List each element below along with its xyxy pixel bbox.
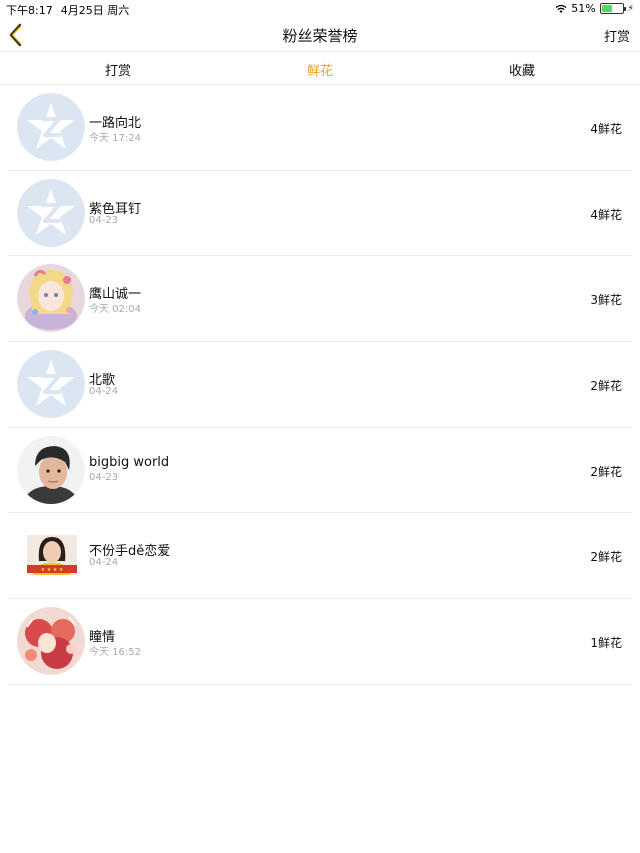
charging-bolt-icon: ⚡ xyxy=(627,3,634,14)
fan-time: 今天 17:24 xyxy=(89,133,141,144)
status-bar: 下午8:17 4月25日 周六 51% ⚡ xyxy=(0,0,640,18)
avatar xyxy=(17,607,85,676)
fan-time: 今天 02:04 xyxy=(89,304,141,316)
list-item[interactable]: bigbig world 04-23 2鲜花 xyxy=(8,428,632,514)
fan-name: bigbig world xyxy=(89,454,170,470)
flower-count: 2鲜花 xyxy=(590,379,622,394)
girl-portrait-avatar-image: ★ ★ ★ ★ xyxy=(17,521,85,590)
flower-count: 2鲜花 xyxy=(590,550,622,565)
tab-reward[interactable]: 打赏 xyxy=(105,60,131,79)
list-item[interactable]: 紫色耳钉 04-23 4鲜花 xyxy=(8,171,632,257)
tab-bar: 打赏 鲜花 收藏 xyxy=(0,52,640,85)
avatar xyxy=(17,178,85,247)
avatar xyxy=(17,350,85,419)
list-item[interactable]: ★ ★ ★ ★ 不份手dě恋爱 04-24 2鲜花 xyxy=(8,513,632,600)
avatar xyxy=(17,93,85,161)
fan-time: 04-24 xyxy=(89,386,119,398)
default-avatar-icon xyxy=(17,93,85,161)
flower-count: 2鲜花 xyxy=(590,464,622,479)
man-portrait-avatar-image xyxy=(17,435,85,504)
fan-time: 今天 16:52 xyxy=(89,647,141,659)
list-item[interactable]: 瞳情 今天 16:52 1鲜花 xyxy=(8,599,632,685)
list-item[interactable]: 北歌 04-24 2鲜花 xyxy=(8,342,632,428)
fan-time: 04-23 xyxy=(89,471,119,483)
avatar: ★ ★ ★ ★ xyxy=(17,521,85,590)
default-avatar-icon xyxy=(17,178,85,247)
status-time: 下午8:17 xyxy=(6,4,53,17)
avatar xyxy=(17,435,85,504)
flower-count: 1鲜花 xyxy=(590,636,622,651)
default-avatar-icon xyxy=(17,350,85,419)
tab-flowers[interactable]: 鲜花 xyxy=(307,60,333,79)
flower-count: 4鲜花 xyxy=(590,122,622,136)
list-item[interactable]: 一路向北 今天 17:24 4鲜花 xyxy=(8,85,632,171)
flower-count: 3鲜花 xyxy=(590,293,622,308)
page-title: 粉丝荣誉榜 xyxy=(282,27,358,45)
red-anime-avatar-image xyxy=(17,607,85,676)
tab-favorites[interactable]: 收藏 xyxy=(509,60,535,79)
status-right: 51% ⚡ xyxy=(555,2,634,15)
reward-button[interactable]: 打赏 xyxy=(604,26,630,45)
list-item[interactable]: 鹰山诚一 今天 02:04 3鲜花 xyxy=(8,256,632,343)
battery-percent: 51% xyxy=(571,2,596,15)
svg-text:★ ★ ★ ★: ★ ★ ★ ★ xyxy=(41,567,64,573)
avatar xyxy=(17,264,85,333)
nav-bar: 粉丝荣誉榜 打赏 xyxy=(0,18,640,52)
status-left: 下午8:17 4月25日 周六 xyxy=(6,2,129,18)
fan-time: 04-24 xyxy=(89,557,119,569)
fan-time: 04-23 xyxy=(89,214,119,226)
wifi-icon xyxy=(555,4,567,13)
status-date: 4月25日 周六 xyxy=(60,4,130,17)
fan-list: 一路向北 今天 17:24 4鲜花 紫色耳钉 04-23 4鲜花 鹰山诚一 今天… xyxy=(8,85,632,685)
flower-count: 4鲜花 xyxy=(590,207,622,222)
battery-fill xyxy=(601,5,612,12)
anime-girl-avatar-image xyxy=(17,264,85,333)
battery-icon xyxy=(599,3,626,14)
